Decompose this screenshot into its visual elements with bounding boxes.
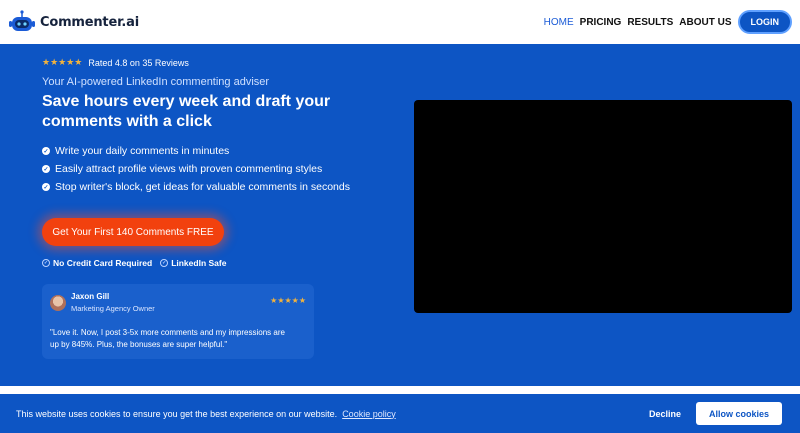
cookie-banner: This website uses cookies to ensure you …	[0, 394, 800, 433]
nav-pricing[interactable]: PRICING	[580, 17, 622, 28]
allow-cookies-button[interactable]: Allow cookies	[696, 402, 782, 425]
decline-cookies-button[interactable]: Decline	[640, 404, 690, 424]
testimonial-quote: "Love it. Now, I post 3-5x more comments…	[50, 328, 285, 349]
trust-badge: ✓ No Credit Card Required	[42, 258, 152, 268]
cookie-policy-link[interactable]: Cookie policy	[342, 409, 396, 419]
robot-logo-icon	[9, 10, 35, 31]
feature-item: ✓ Stop writer's block, get ideas for valu…	[42, 178, 350, 196]
testimonial-name: Jaxon Gill	[71, 292, 110, 301]
hero-section: ★★★★★ Rated 4.8 on 35 Reviews Your AI-po…	[0, 44, 800, 386]
trust-text: LinkedIn Safe	[171, 258, 227, 268]
check-circle-icon: ✓	[42, 183, 50, 191]
check-outline-icon: ✓	[42, 259, 50, 267]
trust-badge: ✓ LinkedIn Safe	[160, 258, 226, 268]
feature-item: ✓ Write your daily comments in minutes	[42, 142, 350, 160]
avatar	[50, 294, 66, 311]
hero-headline: Save hours every week and draft your com…	[42, 93, 331, 130]
logo[interactable]: Commenter.ai	[8, 8, 139, 36]
feature-text: Write your daily comments in minutes	[55, 145, 230, 157]
testimonial-stars-icon: ★★★★★	[270, 296, 306, 305]
section-divider	[0, 386, 800, 394]
nav-home[interactable]: HOME	[544, 17, 574, 28]
trust-badges: ✓ No Credit Card Required ✓ LinkedIn Safe	[42, 258, 226, 268]
rating: ★★★★★ Rated 4.8 on 35 Reviews	[42, 57, 189, 68]
testimonial-role: Marketing Agency Owner	[71, 304, 155, 313]
cookie-text: This website uses cookies to ensure you …	[16, 408, 338, 419]
check-circle-icon: ✓	[42, 165, 50, 173]
nav-results[interactable]: RESULTS	[627, 17, 673, 28]
logo-text: Commenter.ai	[40, 14, 139, 30]
hero-subtitle: Your AI-powered LinkedIn commenting advi…	[42, 76, 270, 88]
rating-stars-icon: ★★★★★	[42, 57, 83, 67]
video-player[interactable]	[414, 100, 792, 313]
check-outline-icon: ✓	[160, 259, 169, 267]
login-button[interactable]: LOGIN	[737, 10, 792, 34]
testimonial-card: Jaxon Gill Marketing Agency Owner ★★★★★ …	[42, 284, 314, 359]
main-nav: HOME PRICING RESULTS ABOUT US LOGIN	[538, 10, 792, 34]
rating-text: Rated 4.8 on 35 Reviews	[88, 57, 189, 68]
get-free-comments-button[interactable]: Get Your First 140 Comments FREE	[42, 218, 224, 246]
nav-about-us[interactable]: ABOUT US	[679, 17, 731, 28]
trust-text: No Credit Card Required	[53, 258, 153, 268]
feature-text: Easily attract profile views with proven…	[55, 163, 323, 175]
feature-text: Stop writer's block, get ideas for valua…	[55, 181, 350, 193]
check-circle-icon: ✓	[42, 147, 50, 155]
site-header: Commenter.ai HOME PRICING RESULTS ABOUT …	[0, 0, 800, 44]
testimonial-header: Jaxon Gill Marketing Agency Owner	[50, 292, 306, 313]
feature-item: ✓ Easily attract profile views with prove…	[42, 160, 350, 178]
feature-list: ✓ Write your daily comments in minutes ✓ E…	[42, 142, 350, 196]
